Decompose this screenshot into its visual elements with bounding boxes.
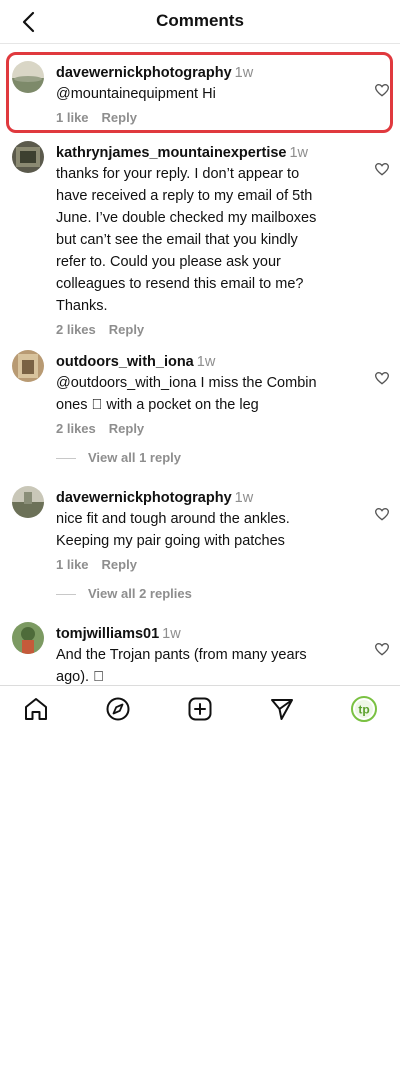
comment-text: @outdoors_with_iona I miss the Combin on…: [56, 372, 346, 416]
reply-button[interactable]: Reply: [109, 421, 144, 436]
home-icon: [25, 698, 47, 720]
comment-time: 1w: [162, 626, 181, 642]
comment-line: but can’t see the email that you kindly: [56, 232, 298, 248]
like-count[interactable]: 2 likes: [56, 322, 96, 337]
direct-icon: [271, 699, 293, 720]
explore-icon: [106, 697, 130, 721]
comment-text: thanks for your reply. I don’t appear to…: [56, 163, 346, 317]
create-icon: [188, 697, 212, 721]
tab-direct[interactable]: [268, 695, 296, 723]
comment-time: 1w: [196, 354, 216, 370]
view-replies-button[interactable]: View all 1 reply: [56, 450, 181, 468]
comment-line: Keeping my pair going with patches: [56, 533, 285, 549]
reply-button[interactable]: Reply: [109, 322, 144, 337]
comment-line: colleagues to resend this email to me?: [56, 276, 304, 292]
comment-username[interactable]: kathrynjames_mountainexpertise: [56, 145, 286, 161]
heart-icon[interactable]: [374, 370, 390, 386]
tab-create[interactable]: [186, 695, 214, 723]
tab-profile[interactable]: tp: [350, 695, 378, 723]
tab-home[interactable]: [22, 695, 50, 723]
heart-icon[interactable]: [374, 161, 390, 177]
comment-line: refer to. Could you please ask your: [56, 254, 281, 270]
view-replies-button[interactable]: View all 2 replies: [56, 586, 192, 604]
reply-button[interactable]: Reply: [102, 557, 137, 572]
comment-line: June. I’ve double checked my mailboxes: [56, 210, 317, 226]
comment-username[interactable]: outdoors_with_iona: [56, 354, 194, 370]
comment-username[interactable]: tomjwilliams01: [56, 626, 159, 642]
comment-text: And the Trojan pants (from many years ag…: [56, 644, 346, 688]
divider-line: [56, 594, 76, 596]
view-replies-label: View all 2 replies: [88, 586, 192, 601]
comment-text: nice fit and tough around the ankles. Ke…: [56, 508, 346, 552]
avatar[interactable]: [12, 350, 44, 382]
avatar[interactable]: [12, 141, 44, 173]
like-count[interactable]: 1 like: [56, 557, 89, 572]
selection-highlight: [6, 52, 393, 133]
comment-username[interactable]: davewernickphotography: [56, 490, 232, 506]
comment-line: ones ⃞ with a pocket on the leg: [56, 397, 259, 413]
heart-icon[interactable]: [374, 506, 390, 522]
page-title: Comments: [156, 11, 244, 30]
comment-line: thanks for your reply. I don’t appear to: [56, 166, 300, 182]
comment-line: have received a reply to my email of 5th: [56, 188, 313, 204]
heart-icon[interactable]: [374, 641, 390, 657]
comment-time: 1w: [289, 145, 309, 161]
profile-avatar: tp: [351, 696, 377, 722]
bottom-tab-bar: tp: [0, 685, 400, 731]
avatar[interactable]: [12, 622, 44, 654]
comment-line: Thanks.: [56, 298, 108, 314]
header: Comments: [0, 0, 400, 44]
profile-initials: tp: [358, 703, 369, 717]
divider-line: [56, 458, 76, 460]
comment-line: nice fit and tough around the ankles.: [56, 511, 290, 527]
comment-time: 1w: [234, 490, 254, 506]
view-replies-label: View all 1 reply: [88, 450, 181, 465]
tab-explore[interactable]: [104, 695, 132, 723]
like-count[interactable]: 2 likes: [56, 421, 96, 436]
comment-line: @outdoors_with_iona I miss the Combin: [56, 375, 317, 391]
comment-line: And the Trojan pants (from many years: [56, 647, 307, 663]
avatar[interactable]: [12, 486, 44, 518]
